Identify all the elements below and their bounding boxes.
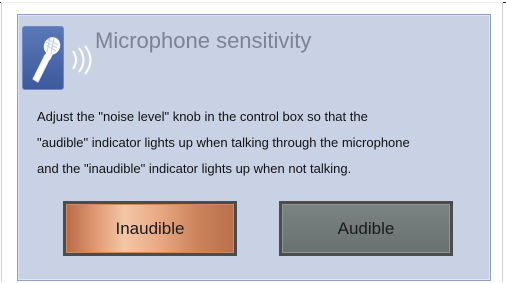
instructions-line-2: "audible" indicator lights up when talki… xyxy=(37,135,410,150)
instructions-line-1: Adjust the "noise level" knob in the con… xyxy=(37,109,368,124)
microphone-icon xyxy=(22,26,92,90)
instructions-line-3: and the "inaudible" indicator lights up … xyxy=(37,161,352,176)
inaudible-indicator[interactable]: Inaudible xyxy=(63,201,237,256)
audible-indicator-label: Audible xyxy=(337,218,395,238)
sound-waves-icon xyxy=(72,45,92,75)
instructions-text: Adjust the "noise level" knob in the con… xyxy=(37,104,477,182)
audible-indicator[interactable]: Audible xyxy=(279,201,453,256)
inaudible-indicator-label: Inaudible xyxy=(115,218,185,238)
panel-header xyxy=(22,22,92,94)
panel-title: Microphone sensitivity xyxy=(95,28,312,53)
